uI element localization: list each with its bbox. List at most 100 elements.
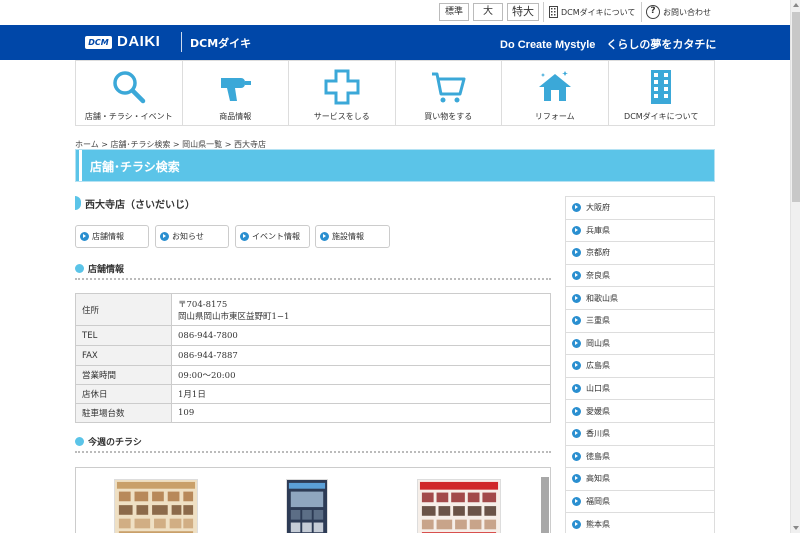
arrow-right-icon: [572, 429, 581, 439]
table-row: 住所 〒704-8175 岡山県岡山市東区益野町1−1: [75, 293, 551, 326]
nav-products[interactable]: 商品情報: [183, 61, 289, 125]
tab-notices[interactable]: お知らせ: [155, 225, 229, 248]
table-row: 店休日 1月1日: [75, 384, 551, 404]
page-scrollbar[interactable]: [790, 0, 800, 533]
about-link-label: DCMダイキについて: [561, 7, 636, 17]
table-row: TEL 086-944-7800: [75, 325, 551, 346]
arrow-right-icon: [240, 232, 249, 241]
section-heading-label: 今週のチラシ: [88, 438, 142, 448]
contact-link-label: お問い合わせ: [663, 7, 711, 17]
address-label: 住所: [75, 293, 172, 326]
tab-facilities[interactable]: 施設情報: [315, 225, 390, 248]
nav-label: リフォーム: [534, 112, 575, 121]
arrow-right-icon: [572, 248, 581, 258]
font-size-standard-button[interactable]: 標準: [439, 3, 469, 21]
nav-about-dcm[interactable]: DCMダイキについて: [609, 61, 715, 125]
nav-label: DCMダイキについて: [624, 112, 699, 121]
prefecture-item[interactable]: 京都府: [566, 242, 714, 265]
tab-events[interactable]: イベント情報: [235, 225, 310, 248]
prefecture-item[interactable]: 広島県: [566, 355, 714, 378]
nav-label: サービスをしる: [313, 112, 370, 121]
plus-icon: [324, 69, 360, 105]
fax-value: 086-944-7887: [171, 345, 551, 366]
prefecture-label: 福岡県: [586, 497, 610, 507]
prefecture-label: 香川県: [586, 429, 610, 439]
flyer-scrollbar[interactable]: [541, 477, 549, 533]
font-size-xlarge-button[interactable]: 特大: [507, 3, 539, 21]
utility-bar: 標準 大 特大 DCMダイキについて ? お問い合わせ: [0, 0, 790, 25]
dotted-divider: [75, 451, 551, 453]
arrow-right-icon: [572, 474, 581, 484]
divider: [641, 2, 642, 22]
nav-reform[interactable]: リフォーム: [502, 61, 609, 125]
flyer-container: [75, 467, 551, 533]
prefecture-item[interactable]: 福岡県: [566, 491, 714, 514]
prefecture-item[interactable]: 奈良県: [566, 265, 714, 288]
contact-link[interactable]: ? お問い合わせ: [646, 5, 711, 19]
prefecture-item[interactable]: 大阪府: [566, 197, 714, 220]
prefecture-item[interactable]: 熊本県: [566, 513, 714, 533]
arrow-right-icon: [572, 271, 581, 281]
prefecture-item[interactable]: 香川県: [566, 423, 714, 446]
prefecture-list: 大阪府 兵庫県 京都府 奈良県 和歌山県 三重県 岡山県 広島県 山口県 愛媛県…: [565, 196, 715, 533]
nav-shopping[interactable]: 買い物をする: [396, 61, 502, 125]
prefecture-label: 熊本県: [586, 519, 610, 529]
prefecture-item[interactable]: 兵庫県: [566, 220, 714, 243]
main-nav: 店舗・チラシ・イベント 商品情報 サービスをしる 買い物をする リフォーム DC…: [75, 60, 715, 126]
prefecture-item[interactable]: 徳島県: [566, 446, 714, 469]
prefecture-item[interactable]: 山口県: [566, 378, 714, 401]
arrow-right-icon: [572, 203, 581, 213]
closed-label: 店休日: [75, 384, 172, 404]
arrow-right-icon: [572, 361, 581, 371]
dcm-daiki-logo[interactable]: DCMダイキ: [190, 35, 251, 51]
nav-label: 商品情報: [219, 112, 252, 121]
about-link[interactable]: DCMダイキについて: [549, 6, 635, 18]
tab-label: お知らせ: [172, 232, 204, 241]
tab-label: 施設情報: [332, 232, 364, 241]
prefecture-item[interactable]: 高知県: [566, 468, 714, 491]
tel-label: TEL: [75, 325, 172, 346]
prefecture-item[interactable]: 和歌山県: [566, 287, 714, 310]
question-icon: ?: [646, 5, 660, 19]
store-info-table: 住所 〒704-8175 岡山県岡山市東区益野町1−1 TEL 086-944-…: [75, 293, 551, 423]
prefecture-item[interactable]: 三重県: [566, 310, 714, 333]
table-row: 営業時間 09:00～20:00: [75, 365, 551, 385]
prefecture-label: 徳島県: [586, 451, 610, 461]
nav-store-flyer-event[interactable]: 店舗・チラシ・イベント: [76, 61, 183, 125]
font-size-large-button[interactable]: 大: [473, 3, 503, 21]
nav-services[interactable]: サービスをしる: [289, 61, 396, 125]
section-bullet: [75, 264, 84, 273]
store-name: 西大寺店（さいだいじ）: [85, 200, 195, 211]
scroll-down-arrow[interactable]: [793, 526, 799, 530]
arrow-right-icon: [572, 338, 581, 348]
address-value: 〒704-8175 岡山県岡山市東区益野町1−1: [171, 293, 551, 326]
arrow-right-icon: [572, 497, 581, 507]
nav-label: 店舗・チラシ・イベント: [84, 112, 173, 121]
site-header: DCM DAIKI DCMダイキ Do Create Mystyle くらしの夢…: [0, 25, 790, 60]
table-row: 駐車場台数 109: [75, 403, 551, 423]
prefecture-item[interactable]: 愛媛県: [566, 400, 714, 423]
street-address: 岡山県岡山市東区益野町1−1: [178, 311, 290, 322]
arrow-right-icon: [572, 293, 581, 303]
table-row: FAX 086-944-7887: [75, 345, 551, 366]
daiki-logo[interactable]: DAIKI: [117, 33, 160, 50]
tab-store-info[interactable]: 店舗情報: [75, 225, 149, 248]
arrow-right-icon: [80, 232, 89, 241]
prefecture-item[interactable]: 岡山県: [566, 333, 714, 356]
flyer-thumbnail[interactable]: [417, 479, 501, 533]
scroll-thumb[interactable]: [792, 12, 800, 202]
tel-value: 086-944-7800: [171, 325, 551, 346]
section-heading-flyers: 今週のチラシ: [75, 435, 142, 448]
arrow-right-icon: [160, 232, 169, 241]
tab-label: イベント情報: [252, 232, 300, 241]
section-heading-store-info: 店舗情報: [75, 262, 124, 275]
closed-value: 1月1日: [171, 384, 551, 404]
dcm-logo-badge[interactable]: DCM: [85, 36, 112, 49]
prefecture-label: 奈良県: [586, 271, 610, 281]
scroll-up-arrow[interactable]: [793, 3, 799, 7]
arrow-right-icon: [572, 316, 581, 326]
building-icon: [651, 70, 672, 104]
prefecture-label: 高知県: [586, 474, 610, 484]
flyer-thumbnail[interactable]: [114, 479, 198, 533]
flyer-thumbnail[interactable]: [286, 479, 328, 533]
